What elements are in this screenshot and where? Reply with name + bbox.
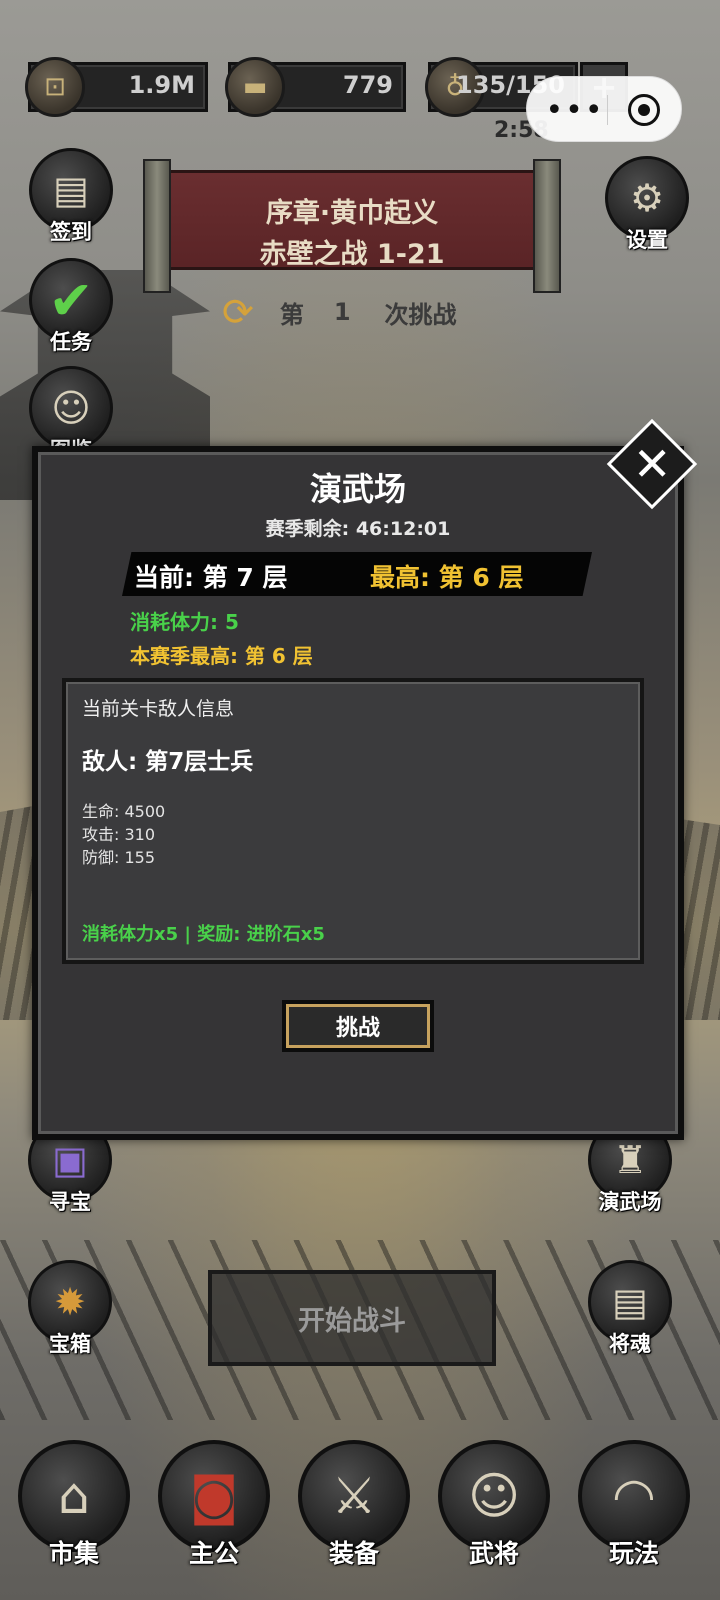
stage-title: 赤壁之战 1-21 — [259, 239, 445, 270]
settings-label: 设置 — [626, 228, 668, 252]
refresh-icon: ⟳ — [222, 290, 254, 334]
copper-resource: ⊡ 1.9M — [25, 57, 208, 117]
market-label: 市集 — [48, 1539, 99, 1568]
capsule-divider — [607, 95, 608, 125]
sidebar-item-tasks[interactable]: ✔ 任务 — [26, 258, 116, 368]
nav-gameplay[interactable]: ◠ 玩法 — [574, 1440, 694, 1590]
highest-floor: 最高: 第 6 层 — [370, 563, 524, 592]
chapter-title: 序章·黄巾起义 — [265, 198, 439, 229]
start-battle-button[interactable]: 开始战斗 — [208, 1270, 496, 1366]
nav-market[interactable]: ⌂ 市集 — [14, 1440, 134, 1590]
enemy-attack: 攻击: 310 — [82, 825, 156, 844]
floor-status-bar: 当前: 第 7 层 最高: 第 6 层 — [122, 552, 592, 596]
sidebar-item-chest[interactable]: ✹ 宝箱 — [22, 1260, 118, 1370]
lord-label: 主公 — [188, 1539, 239, 1568]
attempt-counter: ⟳ 第 1 次挑战 — [222, 290, 457, 334]
miniprogram-capsule: ••• — [526, 76, 682, 142]
current-floor: 当前: 第 7 层 — [134, 563, 288, 592]
general-soul-label: 将魂 — [609, 1332, 651, 1356]
enemy-hp: 生命: 4500 — [82, 802, 166, 821]
gold-ingot-icon: ▬ — [225, 57, 285, 117]
treasure-hunt-label: 寻宝 — [49, 1190, 91, 1214]
close-icon: ✕ — [632, 436, 672, 491]
attempt-number: 1 — [333, 298, 351, 326]
target-icon — [638, 104, 650, 116]
gold-value: 779 — [342, 71, 393, 99]
attempt-prefix: 第 — [279, 300, 304, 329]
gold-resource: ▬ 779 — [225, 57, 406, 117]
enemy-info-heading: 当前关卡敌人信息 — [82, 698, 235, 720]
sidebar-item-general-soul[interactable]: ▤ 将魂 — [580, 1260, 680, 1370]
nav-generals[interactable]: ☺ 武将 — [434, 1440, 554, 1590]
stamina-cost: 消耗体力: 5 — [130, 610, 239, 634]
checkin-label: 签到 — [50, 220, 92, 244]
season-best-floor: 本赛季最高: 第 6 层 — [130, 644, 313, 668]
copper-value: 1.9M — [128, 71, 195, 99]
cost-reward-line: 消耗体力x5 | 奖励: 进阶石x5 — [82, 924, 325, 945]
attempt-suffix: 次挑战 — [384, 300, 457, 329]
gameplay-label: 玩法 — [608, 1539, 659, 1568]
generals-label: 武将 — [468, 1539, 519, 1568]
copper-coin-icon: ⊡ — [25, 57, 85, 117]
tasks-label: 任务 — [50, 330, 92, 354]
nav-lord[interactable]: ◙ 主公 — [154, 1440, 274, 1590]
arena-label: 演武场 — [598, 1190, 662, 1214]
modal-title: 演武场 — [309, 470, 406, 508]
sidebar-item-settings[interactable]: ⚙ 设置 — [602, 156, 692, 266]
challenge-button[interactable]: 挑战 — [282, 1000, 434, 1052]
enemy-name: 敌人: 第7层士兵 — [82, 749, 254, 775]
enemy-defense: 防御: 155 — [82, 848, 156, 867]
chest-label: 宝箱 — [49, 1332, 91, 1356]
sidebar-item-checkin[interactable]: ▤ 签到 — [26, 148, 116, 258]
nav-equipment[interactable]: ⚔ 装备 — [294, 1440, 414, 1590]
season-remaining: 赛季剩余: 46:12:01 — [265, 518, 451, 540]
equipment-label: 装备 — [328, 1539, 379, 1568]
more-menu-button[interactable]: ••• — [545, 93, 603, 128]
enemy-info-panel: 当前关卡敌人信息 敌人: 第7层士兵 生命: 4500 攻击: 310 防御: … — [62, 678, 644, 964]
close-miniprogram-button[interactable] — [628, 94, 660, 126]
chapter-scroll-banner: 序章·黄巾起义 赤壁之战 1-21 — [143, 159, 561, 293]
arena-modal: 演武场 赛季剩余: 46:12:01 当前: 第 7 层 最高: 第 6 层 消… — [32, 446, 684, 1140]
